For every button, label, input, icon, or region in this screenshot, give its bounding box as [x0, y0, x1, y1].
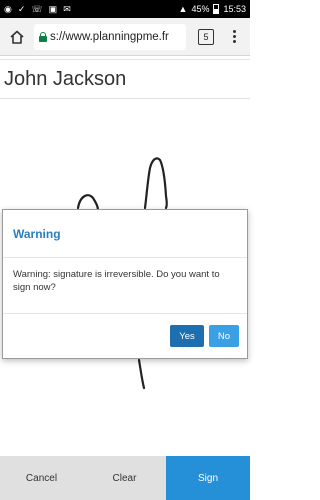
dialog-footer: Yes No: [3, 314, 247, 358]
clear-button[interactable]: Clear: [83, 456, 166, 500]
menu-dot-icon: [232, 40, 236, 43]
whatsapp-icon: ☏: [31, 3, 43, 14]
signal-icon: ▲: [178, 3, 188, 14]
cancel-button[interactable]: Cancel: [0, 456, 83, 500]
status-bar: ◉ ✓ ☏ ▣ ✉ ▲ 45% 15:53: [0, 0, 250, 18]
battery-icon: [213, 4, 220, 14]
warning-dialog: Warning Warning: signature is irreversib…: [2, 209, 248, 359]
lock-icon: [39, 31, 47, 42]
action-bar: Cancel Clear Sign: [0, 456, 250, 500]
menu-dot-icon: [232, 35, 236, 38]
sign-button[interactable]: Sign: [166, 456, 250, 500]
status-system: ▲ 45% 15:53: [179, 4, 246, 14]
browser-toolbar: s://www.planningpme.fr 5: [0, 18, 250, 56]
image-icon: ▣: [48, 3, 58, 14]
signer-name-field: John Jackson: [0, 59, 250, 99]
no-button[interactable]: No: [209, 325, 239, 347]
home-button[interactable]: [6, 26, 28, 48]
dialog-message: Warning: signature is irreversible. Do y…: [13, 269, 220, 293]
menu-dot-icon: [232, 30, 236, 33]
messenger-icon: ◉: [4, 3, 12, 14]
status-notifications: ◉ ✓ ☏ ▣ ✉: [4, 3, 71, 14]
gmail-icon: ✉: [63, 3, 71, 14]
dialog-header: Warning: [3, 210, 247, 258]
url-text: s://www.planningpme.fr: [50, 30, 169, 43]
address-bar[interactable]: s://www.planningpme.fr: [34, 23, 186, 50]
clock: 15:53: [223, 4, 246, 14]
dialog-title: Warning: [13, 226, 61, 241]
dialog-body: Warning: signature is irreversible. Do y…: [3, 258, 247, 314]
tab-switcher-button[interactable]: 5: [198, 28, 214, 45]
battery-percent: 45%: [191, 4, 210, 14]
signer-name: John Jackson: [4, 67, 127, 90]
check-icon: ✓: [17, 3, 26, 14]
yes-button[interactable]: Yes: [170, 325, 204, 347]
home-icon: [10, 30, 24, 44]
menu-button[interactable]: [226, 30, 242, 43]
